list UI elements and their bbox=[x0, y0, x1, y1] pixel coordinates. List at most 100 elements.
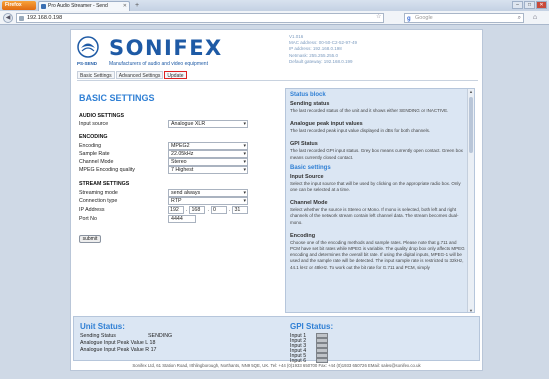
streaming-mode-row: Streaming mode send always bbox=[79, 189, 249, 197]
ip-address-label: IP Address bbox=[79, 207, 105, 213]
maximize-icon[interactable]: □ bbox=[524, 1, 535, 9]
help-channel-mode-text: Select whether the source is Stereo or M… bbox=[290, 207, 459, 225]
page-container: SONIFEX PS-SEND Manufacturers of audio a… bbox=[70, 29, 483, 371]
page-footer: Sonifex Ltd, 61 Station Road, Irthlingbo… bbox=[132, 363, 421, 368]
ip-octet-1-input[interactable]: 192 bbox=[168, 206, 184, 214]
ip-octet-3-input[interactable]: 0 bbox=[210, 206, 227, 214]
ip-dot: . bbox=[228, 207, 231, 213]
help-sending-status-text: The last recorded status of the unit and… bbox=[290, 108, 449, 113]
gateway-info: Default gateway: 192.168.0.199 bbox=[289, 58, 353, 64]
google-icon: g bbox=[407, 16, 411, 22]
scrollbar-thumb[interactable] bbox=[469, 97, 473, 153]
peak-right-value: Analogue Input Peak Value R 17 bbox=[80, 347, 157, 353]
tab-advanced-settings[interactable]: Advanced Settings bbox=[115, 71, 164, 79]
audio-settings-heading: AUDIO SETTINGS bbox=[79, 113, 125, 119]
port-row: Port No 4444 bbox=[79, 215, 249, 223]
scroll-down-icon[interactable]: ▼ bbox=[468, 308, 474, 312]
help-channel-mode-heading: Channel Mode bbox=[290, 200, 328, 207]
site-identity-icon[interactable] bbox=[19, 16, 24, 21]
url-bar[interactable]: 192.168.0.198 bbox=[16, 13, 384, 23]
help-basic-settings-heading: Basic settings bbox=[290, 164, 331, 171]
help-status-block-heading: Status block bbox=[290, 92, 326, 98]
sonifex-emblem-icon bbox=[77, 36, 99, 58]
ip-dot: . bbox=[207, 207, 209, 213]
mpeg-quality-row: MPEG Encoding quality 7 Highest bbox=[79, 166, 249, 174]
bookmark-star-icon[interactable]: ☆ bbox=[376, 13, 381, 20]
close-window-icon[interactable]: ✕ bbox=[536, 1, 547, 9]
ip-octet-2-input[interactable]: 168 bbox=[189, 206, 206, 214]
encoding-select[interactable]: MPEG2 bbox=[168, 142, 248, 150]
encoding-heading: ENCODING bbox=[79, 134, 108, 140]
ip-address-row: IP Address 192 . 168 . 0 . 31 bbox=[79, 206, 249, 214]
page-title: BASIC SETTINGS bbox=[79, 93, 155, 103]
input-source-select[interactable]: Analogue XLR bbox=[168, 120, 248, 128]
help-panel: Status block Sending status The last rec… bbox=[285, 88, 475, 313]
connection-type-label: Connection type bbox=[79, 198, 118, 204]
help-content: Status block Sending status The last rec… bbox=[286, 89, 469, 312]
channel-mode-select[interactable]: Stereo bbox=[168, 158, 248, 166]
sample-rate-label: Sample Rate bbox=[79, 151, 110, 157]
status-panel: Unit Status: Sending Status SENDING Anal… bbox=[73, 316, 480, 364]
gpi-status-title: GPI Status: bbox=[290, 322, 334, 331]
ip-octet-4-input[interactable]: 31 bbox=[232, 206, 249, 214]
new-tab-button[interactable]: + bbox=[132, 1, 142, 10]
encoding-row: Encoding MPEG2 bbox=[79, 142, 249, 150]
minimize-icon[interactable]: – bbox=[512, 1, 523, 9]
browser-nav-bar: ◀ 192.168.0.198 ☆ g Google ⌕ ⌂ bbox=[0, 11, 549, 25]
browser-title-bar: Firefox Pro Audio Streamer - Send ✕ + – … bbox=[0, 0, 549, 11]
search-placeholder: Google bbox=[415, 15, 433, 21]
header-divider bbox=[77, 80, 478, 81]
submit-button[interactable]: submit bbox=[79, 235, 101, 243]
search-icon[interactable]: ⌕ bbox=[518, 14, 521, 22]
help-scrollbar[interactable]: ▲ ▼ bbox=[467, 89, 474, 312]
tab-title: Pro Audio Streamer - Send bbox=[48, 3, 108, 9]
tab-update[interactable]: Update bbox=[164, 71, 187, 79]
encoding-label: Encoding bbox=[79, 143, 102, 149]
help-input-source-text: Select the input source that will be use… bbox=[290, 180, 461, 193]
sample-rate-select[interactable]: 22.05kHz bbox=[168, 150, 248, 158]
help-gpi-status-heading: GPI Status bbox=[290, 141, 318, 148]
peak-left-value: Analogue Input Peak Value L 18 bbox=[80, 340, 156, 346]
streaming-mode-label: Streaming mode bbox=[79, 190, 118, 196]
help-gpi-status-text: The last recorded GPI input status. Grey… bbox=[290, 148, 463, 160]
help-sending-status-heading: Sending status bbox=[290, 101, 330, 107]
input-source-row: Input source Analogue XLR bbox=[79, 120, 249, 128]
connection-type-select[interactable]: RTP bbox=[168, 197, 248, 205]
favicon-icon bbox=[41, 4, 46, 9]
mpeg-quality-label: MPEG Encoding quality bbox=[79, 167, 135, 173]
tab-basic-settings[interactable]: Basic Settings bbox=[77, 71, 115, 79]
help-analogue-peak-heading: Analogue peak input values bbox=[290, 121, 363, 128]
settings-nav: Basic Settings Advanced Settings Update bbox=[77, 71, 187, 79]
help-input-source-heading: Input Source bbox=[290, 173, 324, 180]
channel-mode-label: Channel Mode bbox=[79, 159, 114, 165]
streaming-mode-select[interactable]: send always bbox=[168, 189, 248, 197]
ip-address-inputs: 192 . 168 . 0 . 31 bbox=[168, 206, 249, 214]
help-encoding-heading: Encoding bbox=[290, 232, 316, 239]
emblem-tag: PS-SEND bbox=[77, 61, 98, 66]
home-icon[interactable]: ⌂ bbox=[530, 13, 540, 23]
port-input[interactable]: 4444 bbox=[168, 215, 196, 223]
page-viewport: SONIFEX PS-SEND Manufacturers of audio a… bbox=[0, 25, 549, 379]
port-label: Port No bbox=[79, 216, 97, 222]
search-field[interactable]: g Google ⌕ bbox=[404, 13, 524, 23]
sending-status-label: Sending Status bbox=[80, 333, 116, 339]
brand-tagline: Manufacturers of audio and video equipme… bbox=[109, 61, 208, 67]
device-info: V1.016 MAC address: 00-50-C2-52-97-49 IP… bbox=[289, 34, 357, 65]
unit-status-title: Unit Status: bbox=[80, 322, 125, 331]
connection-type-row: Connection type RTP bbox=[79, 197, 249, 205]
url-text: 192.168.0.198 bbox=[27, 15, 63, 21]
mpeg-quality-select[interactable]: 7 Highest bbox=[168, 166, 248, 174]
sample-rate-row: Sample Rate 22.05kHz bbox=[79, 150, 249, 158]
browser-tab[interactable]: Pro Audio Streamer - Send ✕ bbox=[38, 1, 130, 11]
sending-status-value: SENDING bbox=[148, 333, 173, 339]
ip-dot: . bbox=[186, 207, 188, 213]
back-arrow-icon[interactable]: ◀ bbox=[3, 13, 13, 23]
close-tab-icon[interactable]: ✕ bbox=[123, 2, 127, 11]
brand-logo-text: SONIFEX bbox=[109, 36, 223, 60]
channel-mode-row: Channel Mode Stereo bbox=[79, 158, 249, 166]
input-source-label: Input source bbox=[79, 121, 109, 127]
window-controls: – □ ✕ bbox=[512, 1, 547, 10]
scroll-up-icon[interactable]: ▲ bbox=[468, 89, 474, 95]
firefox-menu-button[interactable]: Firefox bbox=[2, 1, 36, 10]
help-encoding-text: Choose one of the encoding methods and s… bbox=[290, 239, 465, 270]
